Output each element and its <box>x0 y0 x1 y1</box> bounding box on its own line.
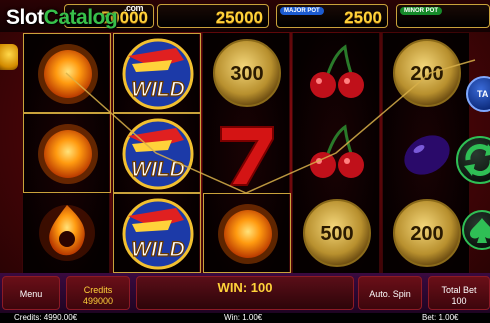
symbol-cherries <box>293 113 381 193</box>
symbol-coin-200: 200 <box>383 33 471 113</box>
symbol-wild: WILD <box>113 113 201 193</box>
jackpot-maxi: 25000 <box>157 4 269 28</box>
fire-orb-icon <box>44 50 92 98</box>
gamble-button[interactable] <box>462 210 490 250</box>
cherry-icon <box>310 152 336 178</box>
spin-button[interactable] <box>456 136 490 184</box>
spin-arrows-icon <box>464 144 490 176</box>
win-text: WIN: 100 <box>217 280 273 295</box>
fire-orb-icon <box>224 210 272 258</box>
symbol-wild: WILD <box>113 33 201 113</box>
symbol-fire-orb <box>203 193 291 273</box>
spade-icon <box>470 218 490 243</box>
watermark-part1: Slot <box>6 6 44 29</box>
status-win: Win: 1.00€ <box>224 313 263 322</box>
status-bar: Credits: 4990.00€ Win: 1.00€ Bet: 1.00€ <box>0 313 490 323</box>
autospin-button[interactable]: Auto. Spin <box>358 276 422 310</box>
wild-label: WILD <box>131 238 185 261</box>
win-display: WIN: 100 <box>136 276 354 310</box>
symbol-cherries <box>293 33 381 113</box>
watermark-logo: SlotCatalog .com <box>6 3 144 30</box>
reel-2: WILD WILD WILD <box>112 33 201 273</box>
jackpot-badge-icon <box>0 44 18 70</box>
jackpot-major-amount: 2500 <box>344 8 382 27</box>
plum-icon <box>404 135 450 175</box>
coin-value: 500 <box>320 223 353 245</box>
symbol-coin-200: 200 <box>383 193 471 273</box>
jackpot-major-tag: MAJOR POT <box>280 7 324 15</box>
wild-label: WILD <box>131 158 185 181</box>
symbol-wild: WILD <box>113 193 201 273</box>
reel-4: 500 <box>292 33 380 273</box>
coin-value: 200 <box>410 223 443 245</box>
symbol-fire-ring <box>23 193 111 273</box>
tab-button-label: TA <box>477 89 489 99</box>
jackpot-major: MAJOR POT 2500 <box>276 4 388 28</box>
watermark-domain: .com <box>124 3 144 13</box>
jackpot-maxi-amount: 25000 <box>215 8 263 27</box>
autospin-label: Auto. Spin <box>369 289 411 299</box>
wild-label: WILD <box>131 78 185 101</box>
menu-button[interactable]: Menu <box>2 276 60 310</box>
credits-value: 499000 <box>82 296 114 306</box>
reel-3: 300 <box>202 33 291 273</box>
jackpot-minor: MINOR POT <box>396 4 490 28</box>
jackpot-minor-tag: MINOR POT <box>400 7 442 15</box>
menu-button-label: Menu <box>19 289 43 299</box>
watermark-part2: Catalog <box>43 6 118 29</box>
symbol-fire-orb <box>23 113 111 193</box>
reel-1 <box>22 33 111 273</box>
seven-icon <box>220 126 274 186</box>
status-bet: Bet: 1.00€ <box>422 313 459 322</box>
status-credits: Credits: 4990.00€ <box>14 313 78 322</box>
symbol-fire-orb <box>23 33 111 113</box>
credits-display: Credits 499000 <box>66 276 130 310</box>
symbol-seven <box>203 113 291 193</box>
coin-value: 300 <box>230 63 263 85</box>
fire-orb-icon <box>44 130 92 178</box>
control-panel: Menu Credits 499000 WIN: 100 Auto. Spin … <box>0 273 490 313</box>
total-bet-label: Total Bet <box>441 285 477 295</box>
credits-label: Credits <box>83 285 113 295</box>
symbol-coin-500: 500 <box>293 193 381 273</box>
symbol-coin-300: 300 <box>203 33 291 113</box>
reel-area: WILD WILD WILD 300 500 200 200 <box>22 33 470 273</box>
total-bet-button[interactable]: Total Bet 100 <box>428 276 490 310</box>
cherry-icon <box>310 72 336 98</box>
coin-value: 200 <box>410 63 443 85</box>
total-bet-value: 100 <box>451 296 467 306</box>
